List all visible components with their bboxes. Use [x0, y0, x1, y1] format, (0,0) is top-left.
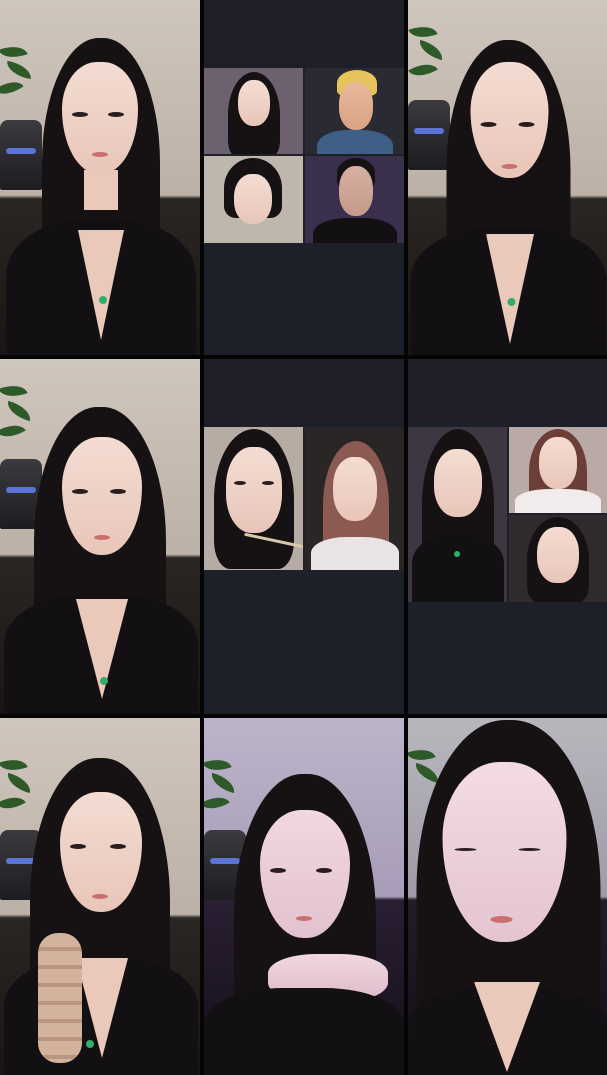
pendant: [99, 296, 107, 304]
pendant: [86, 1040, 94, 1048]
participant-tile[interactable]: [204, 427, 303, 570]
participant-tile[interactable]: [509, 427, 607, 513]
person-portrait: [0, 718, 200, 1075]
video-tile-solo-3[interactable]: [0, 359, 200, 714]
person-portrait: [408, 0, 607, 355]
pendant: [507, 298, 515, 306]
video-tile-call-3[interactable]: [408, 359, 607, 714]
participant-tile[interactable]: [305, 68, 404, 154]
person-portrait: [0, 0, 200, 355]
video-tile-solo-4[interactable]: [0, 718, 200, 1075]
participant-tile[interactable]: [408, 427, 507, 602]
call-footer-area: [204, 243, 404, 355]
video-tile-solo-6[interactable]: [408, 718, 607, 1075]
video-tile-call-1[interactable]: [204, 0, 404, 355]
video-tile-solo-5[interactable]: [204, 718, 404, 1075]
call-header-area: [408, 359, 607, 427]
video-tile-solo-1[interactable]: [0, 0, 200, 355]
call-header-area: [204, 0, 404, 68]
participant-tile[interactable]: [305, 427, 404, 570]
participant-tile[interactable]: [509, 515, 607, 602]
person-portrait: [204, 718, 404, 1075]
spiral-snack-prop: [38, 933, 82, 1063]
person-portrait: [0, 359, 200, 714]
call-footer-area: [204, 570, 404, 714]
person-portrait: [408, 718, 607, 1075]
call-footer-area: [408, 602, 607, 714]
participant-tile[interactable]: [305, 156, 404, 243]
call-header-area: [204, 359, 404, 427]
participant-tile[interactable]: [204, 156, 303, 243]
video-tile-call-2[interactable]: [204, 359, 404, 714]
video-tile-solo-2[interactable]: [408, 0, 607, 355]
video-grid: [0, 0, 607, 1075]
pendant: [100, 677, 108, 685]
pendant: [454, 551, 460, 557]
participant-tile[interactable]: [204, 68, 303, 154]
